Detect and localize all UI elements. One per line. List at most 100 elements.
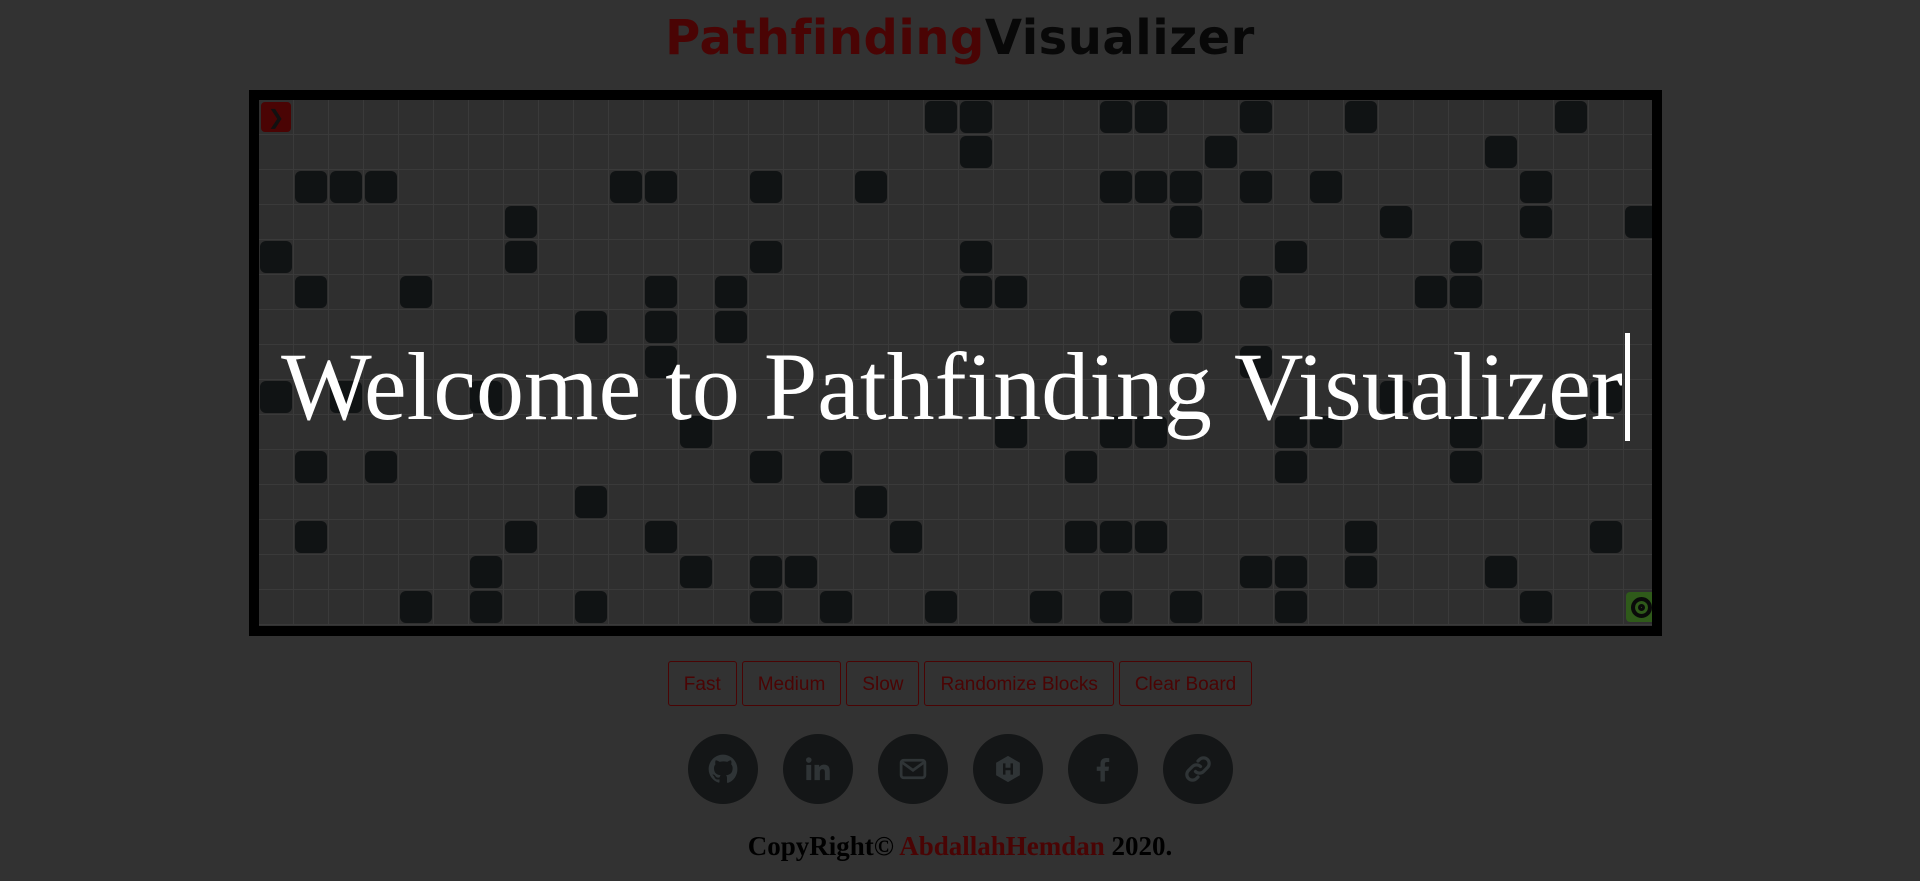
facebook-link[interactable]: [1067, 734, 1138, 804]
wall-cell[interactable]: [259, 240, 294, 275]
grid-cell[interactable]: [329, 485, 364, 520]
grid-cell[interactable]: [924, 555, 959, 590]
grid-cell[interactable]: [259, 555, 294, 590]
grid-cell[interactable]: [539, 100, 574, 135]
grid-cell[interactable]: [749, 275, 784, 310]
grid-cell[interactable]: [294, 485, 329, 520]
grid-cell[interactable]: [1624, 275, 1652, 310]
grid-cell[interactable]: [1484, 520, 1519, 555]
grid-cell[interactable]: [959, 590, 994, 625]
grid-cell[interactable]: [994, 240, 1029, 275]
grid-cell[interactable]: [1554, 520, 1589, 555]
grid-cell[interactable]: [1239, 240, 1274, 275]
grid-cell[interactable]: [364, 555, 399, 590]
wall-cell[interactable]: [924, 590, 959, 625]
wall-cell[interactable]: [1029, 590, 1064, 625]
grid-cell[interactable]: [644, 450, 679, 485]
grid-cell[interactable]: [1309, 100, 1344, 135]
grid-cell[interactable]: [819, 485, 854, 520]
grid-cell[interactable]: [1169, 240, 1204, 275]
grid-cell[interactable]: [1449, 590, 1484, 625]
grid-cell[interactable]: [749, 100, 784, 135]
grid-cell[interactable]: [259, 450, 294, 485]
grid-cell[interactable]: [364, 240, 399, 275]
wall-cell[interactable]: [574, 485, 609, 520]
grid-cell[interactable]: [1134, 240, 1169, 275]
grid-cell[interactable]: [1274, 275, 1309, 310]
wall-cell[interactable]: [819, 590, 854, 625]
grid-cell[interactable]: [819, 555, 854, 590]
grid-cell[interactable]: [819, 170, 854, 205]
grid-cell[interactable]: [994, 520, 1029, 555]
grid-cell[interactable]: [714, 590, 749, 625]
grid-cell[interactable]: [574, 205, 609, 240]
wall-cell[interactable]: [504, 240, 539, 275]
grid-cell[interactable]: [924, 135, 959, 170]
grid-cell[interactable]: [1449, 170, 1484, 205]
grid-cell[interactable]: [399, 170, 434, 205]
grid-cell[interactable]: [854, 520, 889, 555]
grid-cell[interactable]: [259, 275, 294, 310]
wall-cell[interactable]: [329, 170, 364, 205]
wall-cell[interactable]: [1344, 555, 1379, 590]
grid-cell[interactable]: [1379, 240, 1414, 275]
grid-cell[interactable]: [644, 100, 679, 135]
hackerrank-link[interactable]: [972, 734, 1043, 804]
grid-cell[interactable]: [1274, 100, 1309, 135]
grid-cell[interactable]: [994, 555, 1029, 590]
grid-cell[interactable]: [644, 485, 679, 520]
grid-cell[interactable]: [819, 135, 854, 170]
grid-cell[interactable]: [434, 240, 469, 275]
wall-cell[interactable]: [854, 485, 889, 520]
grid-cell[interactable]: [1134, 205, 1169, 240]
grid-cell[interactable]: [644, 240, 679, 275]
wall-cell[interactable]: [1274, 590, 1309, 625]
grid-cell[interactable]: [924, 170, 959, 205]
grid-cell[interactable]: [1519, 555, 1554, 590]
grid-cell[interactable]: [1519, 240, 1554, 275]
grid-cell[interactable]: [1239, 590, 1274, 625]
grid-cell[interactable]: [609, 275, 644, 310]
author-link[interactable]: AbdallahHemdan: [899, 831, 1105, 861]
grid-cell[interactable]: [469, 135, 504, 170]
grid-cell[interactable]: [889, 205, 924, 240]
grid-cell[interactable]: [1589, 240, 1624, 275]
grid-cell[interactable]: [1204, 590, 1239, 625]
wall-cell[interactable]: [1624, 205, 1652, 240]
grid-cell[interactable]: [1519, 275, 1554, 310]
grid-cell[interactable]: [1379, 450, 1414, 485]
wall-cell[interactable]: [749, 170, 784, 205]
wall-cell[interactable]: [1274, 450, 1309, 485]
grid-cell[interactable]: [1379, 100, 1414, 135]
grid-cell[interactable]: [469, 275, 504, 310]
grid-cell[interactable]: [504, 450, 539, 485]
grid-cell[interactable]: [1029, 520, 1064, 555]
grid-cell[interactable]: [1169, 520, 1204, 555]
grid-cell[interactable]: [1344, 590, 1379, 625]
wall-cell[interactable]: [679, 555, 714, 590]
grid-cell[interactable]: [644, 555, 679, 590]
grid-cell[interactable]: [539, 275, 574, 310]
grid-cell[interactable]: [294, 555, 329, 590]
grid-cell[interactable]: [364, 100, 399, 135]
grid-cell[interactable]: [714, 520, 749, 555]
grid-cell[interactable]: [924, 205, 959, 240]
grid-cell[interactable]: [679, 485, 714, 520]
grid-cell[interactable]: [1274, 205, 1309, 240]
grid-cell[interactable]: [1519, 485, 1554, 520]
wall-cell[interactable]: [294, 170, 329, 205]
grid-cell[interactable]: [784, 485, 819, 520]
grid-cell[interactable]: [959, 170, 994, 205]
grid-cell[interactable]: [364, 275, 399, 310]
grid-cell[interactable]: [1309, 205, 1344, 240]
grid-cell[interactable]: [434, 135, 469, 170]
grid-cell[interactable]: [329, 205, 364, 240]
grid-cell[interactable]: [539, 170, 574, 205]
grid-cell[interactable]: [539, 590, 574, 625]
grid-cell[interactable]: [1484, 590, 1519, 625]
wall-cell[interactable]: [294, 520, 329, 555]
wall-cell[interactable]: [1134, 170, 1169, 205]
grid-cell[interactable]: [1169, 100, 1204, 135]
wall-cell[interactable]: [609, 170, 644, 205]
grid-cell[interactable]: [434, 555, 469, 590]
